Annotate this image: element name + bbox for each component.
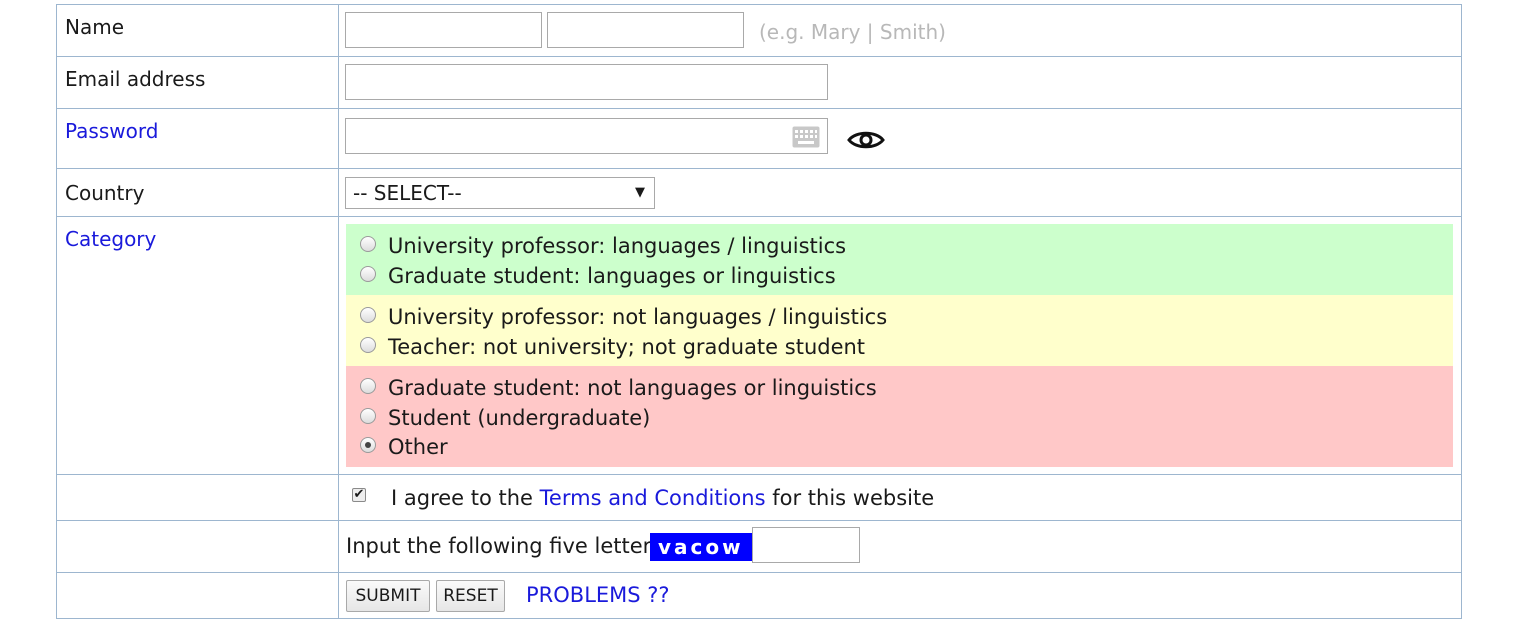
category-group-other: Graduate student: not languages or lingu… <box>346 366 1453 467</box>
actions-row: SUBMIT RESET PROBLEMS ?? <box>57 573 1461 618</box>
radio-button[interactable] <box>360 266 376 282</box>
category-option-label: Other <box>388 435 448 459</box>
captcha-input[interactable] <box>752 527 860 563</box>
category-option-label: Teacher: not university; not graduate st… <box>388 335 866 359</box>
radio-button[interactable] <box>360 337 376 353</box>
captcha-code: vacow <box>650 533 752 561</box>
registration-form: Name (e.g. Mary | Smith) Email address P… <box>56 4 1462 619</box>
category-group-teachers: University professor: not languages / li… <box>346 295 1453 366</box>
country-select[interactable]: -- SELECT-- ▼ <box>345 177 655 209</box>
reset-button[interactable]: RESET <box>436 580 505 612</box>
category-option-label: University professor: languages / lingui… <box>388 234 847 258</box>
first-name-input[interactable] <box>345 12 542 48</box>
eye-icon[interactable] <box>847 128 885 156</box>
name-row: Name (e.g. Mary | Smith) <box>57 5 1461 57</box>
last-name-input[interactable] <box>547 12 744 48</box>
captcha-row: Input the following five letters: vacow <box>57 521 1461 573</box>
category-option-label: Graduate student: not languages or lingu… <box>388 376 877 400</box>
terms-checkbox[interactable]: ✔ <box>352 488 366 502</box>
category-option-label: University professor: not languages / li… <box>388 305 888 329</box>
dropdown-arrow-icon: ▼ <box>635 185 645 200</box>
category-row: Category University professor: languages… <box>57 217 1461 475</box>
name-label: Name <box>65 15 125 39</box>
terms-row: ✔ I agree to the Terms and Conditions fo… <box>57 475 1461 521</box>
country-row: Country -- SELECT-- ▼ <box>57 169 1461 217</box>
terms-text: I agree to the Terms and Conditions for … <box>391 486 935 510</box>
radio-button[interactable] <box>360 378 376 394</box>
radio-button[interactable] <box>360 408 376 424</box>
category-label: Category <box>65 227 157 251</box>
email-field[interactable] <box>345 64 828 100</box>
submit-button[interactable]: SUBMIT <box>346 580 430 612</box>
name-hint: (e.g. Mary | Smith) <box>759 20 946 44</box>
captcha-prompt: Input the following five letters: <box>346 534 670 558</box>
radio-button-selected[interactable] <box>360 437 376 453</box>
password-field[interactable] <box>345 118 828 154</box>
password-row: Password <box>57 109 1461 169</box>
email-label: Email address <box>65 67 206 91</box>
radio-button[interactable] <box>360 236 376 252</box>
country-selected-value: -- SELECT-- <box>353 181 462 205</box>
email-row: Email address <box>57 57 1461 109</box>
password-label: Password <box>65 119 159 143</box>
problems-link[interactable]: PROBLEMS ?? <box>526 583 670 607</box>
category-group-language-academic: University professor: languages / lingui… <box>346 224 1453 295</box>
category-option-label: Student (undergraduate) <box>388 406 651 430</box>
country-label: Country <box>65 181 145 205</box>
radio-button[interactable] <box>360 307 376 323</box>
keyboard-icon[interactable] <box>792 126 820 152</box>
terms-link[interactable]: Terms and Conditions <box>540 486 766 510</box>
category-option-label: Graduate student: languages or linguisti… <box>388 264 836 288</box>
